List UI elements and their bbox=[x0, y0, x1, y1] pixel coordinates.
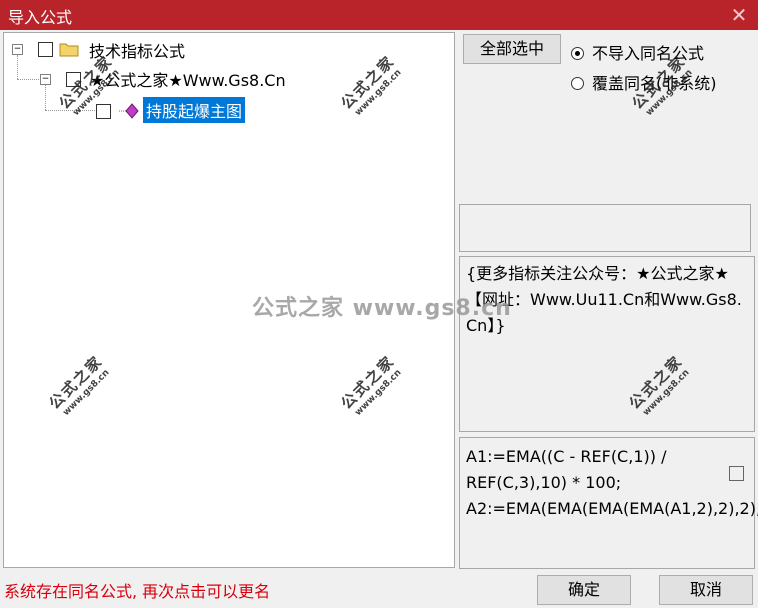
collapse-icon[interactable]: − bbox=[40, 74, 51, 85]
formula-item-icon bbox=[119, 103, 139, 119]
description-field[interactable] bbox=[459, 204, 751, 252]
radio-button[interactable] bbox=[571, 77, 584, 90]
ok-button[interactable]: 确定 bbox=[537, 575, 631, 605]
radio-label: 不导入同名公式 bbox=[592, 44, 705, 63]
collapse-icon[interactable]: − bbox=[12, 44, 23, 55]
tree-root-label[interactable]: 技术指标公式 bbox=[89, 38, 185, 62]
tree-item-label[interactable]: 持股起爆主图 bbox=[143, 97, 246, 123]
group-checkbox[interactable] bbox=[66, 72, 81, 87]
dialog-body: − 技术指标公式 − ★公式之家★Www.Gs8.Cn 持股起爆主图 全部选中 … bbox=[0, 30, 758, 608]
radio-label: 覆盖同名(非系统) bbox=[592, 74, 717, 93]
tree-group-label[interactable]: ★公式之家★Www.Gs8.Cn bbox=[90, 67, 286, 91]
close-icon[interactable]: ✕ bbox=[726, 2, 752, 28]
select-all-button[interactable]: 全部选中 bbox=[463, 34, 561, 64]
cancel-button[interactable]: 取消 bbox=[659, 575, 753, 605]
center-watermark: 公式之家 www.gs8.cn bbox=[252, 296, 512, 321]
title-bar: 导入公式 ✕ bbox=[0, 0, 758, 30]
formula-code: A1:=EMA((C - REF(C,1)) / REF(C,3),10) * … bbox=[466, 447, 758, 518]
status-message: 系统存在同名公式, 再次点击可以更名 bbox=[4, 582, 271, 601]
formula-preview[interactable]: A1:=EMA((C - REF(C,1)) / REF(C,3),10) * … bbox=[459, 437, 758, 569]
info-panel: {更多指标关注公众号：★公式之家★ 【网址：Www.Uu11.Cn和Www.Gs… bbox=[459, 256, 755, 432]
radio-no-import-same-name[interactable]: 不导入同名公式 bbox=[571, 40, 704, 64]
window-title: 导入公式 bbox=[8, 8, 73, 27]
radio-overwrite-same-name[interactable]: 覆盖同名(非系统) bbox=[571, 70, 717, 94]
root-checkbox[interactable] bbox=[38, 42, 53, 57]
radio-button-checked[interactable] bbox=[571, 47, 584, 60]
preview-checkbox[interactable] bbox=[729, 466, 744, 481]
item-checkbox[interactable] bbox=[96, 104, 111, 119]
folder-icon bbox=[59, 43, 79, 57]
